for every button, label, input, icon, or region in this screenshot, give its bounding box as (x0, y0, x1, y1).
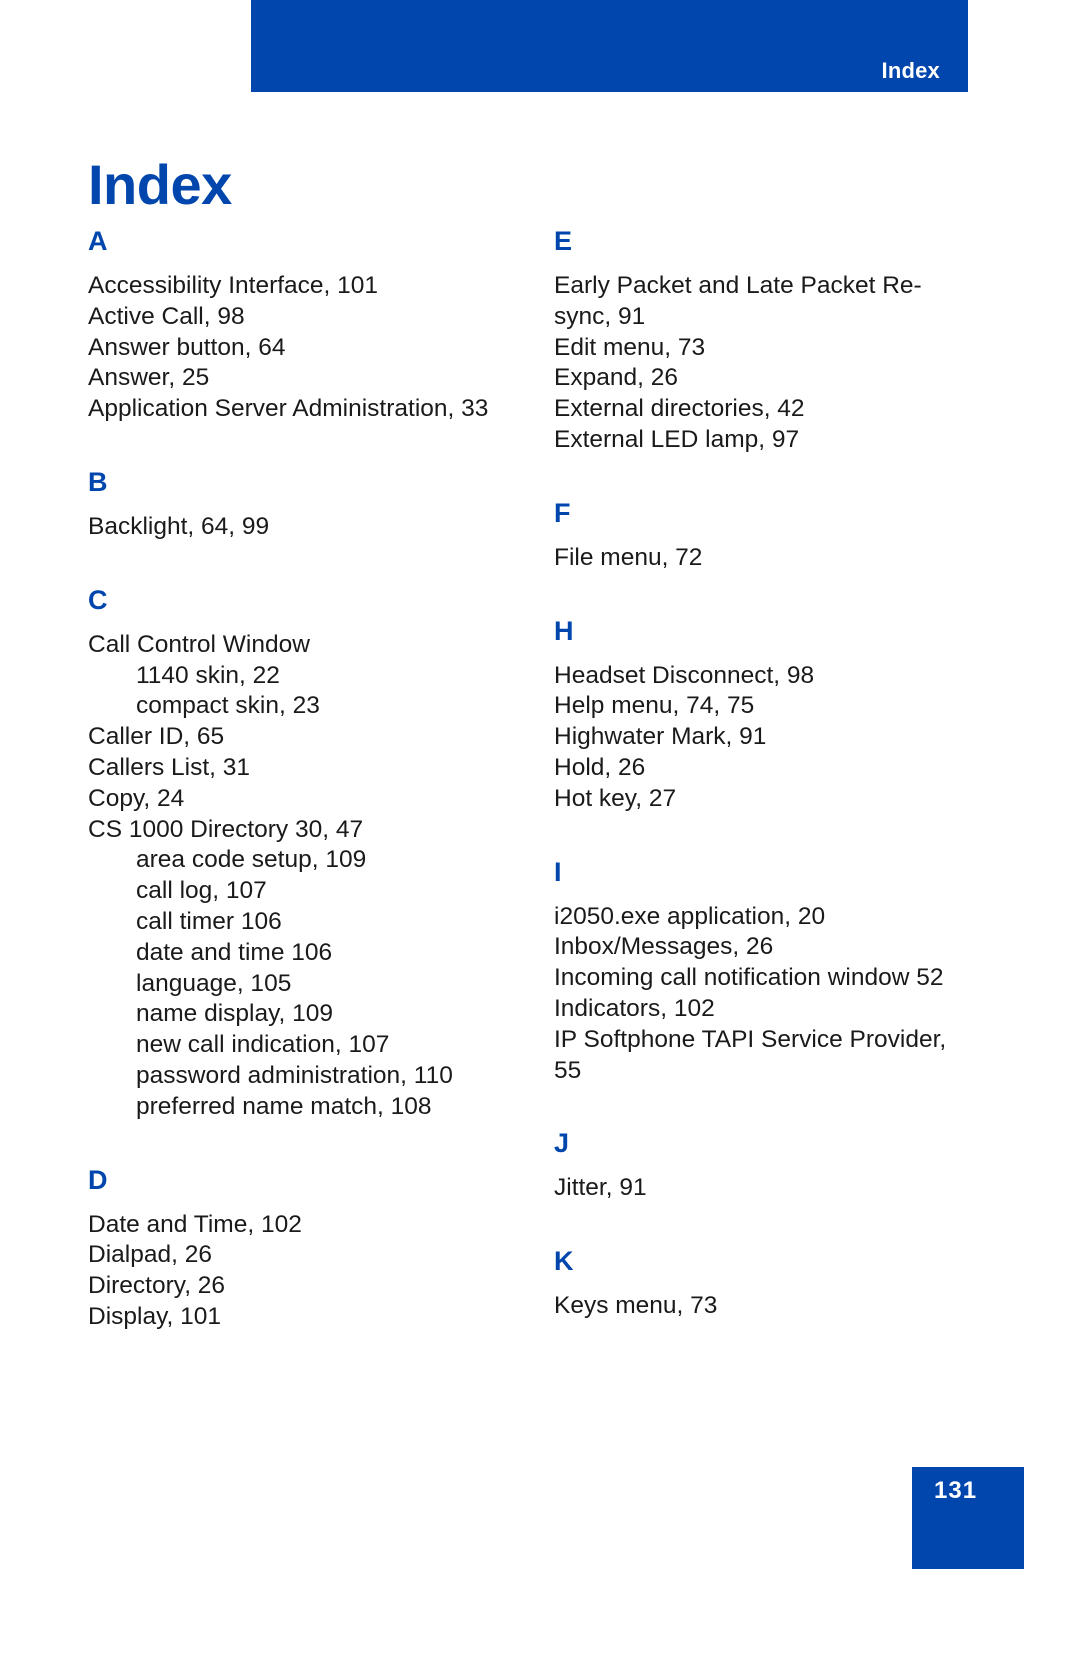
index-entry: Callers List, 31 (88, 753, 251, 781)
index-subentry: password administration, 110 (136, 1061, 453, 1089)
index-entry: External directories, 42 (554, 395, 805, 423)
index-entry: Hold, 26 (554, 753, 646, 781)
index-entry-list: Accessibility Interface, 101 Active Call,… (88, 271, 502, 425)
letter-heading-J: J (554, 1128, 570, 1159)
index-entry: File menu, 72 (554, 543, 703, 571)
index-subentry: name display, 109 (136, 1000, 334, 1028)
letter-group-C: C Call Control Window 1140 skin, 22 compact… (88, 584, 502, 1123)
index-entry: Active Call, 98 (88, 302, 245, 330)
letter-heading-H: H (554, 615, 574, 646)
index-entry-list: Keys menu, 73 (554, 1291, 968, 1322)
letter-group-H: H Headset Disconnect, 98 Help menu, 74, 75… (554, 615, 968, 815)
index-right-column: E Early Packet and Late Packet Re-sync, 9… (554, 228, 968, 1333)
index-entry: Headset Disconnect, 98 (554, 661, 815, 689)
letter-group-I: Ii2050.exe application, 20 Inbox/Messages… (554, 856, 968, 1087)
index-entry: Keys menu, 73 (554, 1292, 718, 1320)
index-entry: Expand, 26 (554, 364, 678, 392)
page-number: 131 (934, 1477, 978, 1504)
index-subentry: call timer 106 (136, 907, 282, 935)
letter-group-A: A Accessibility Interface, 101 Active Call… (88, 228, 502, 425)
letter-heading-C: C (88, 584, 108, 615)
letter-heading-E: E (554, 226, 573, 256)
index-entry: Answer, 25 (88, 364, 210, 392)
index-subentry: call log, 107 (136, 877, 267, 905)
running-head-label: Index (881, 58, 940, 83)
index-entry-list: Backlight, 64, 99 (88, 512, 502, 543)
page-header-bar: Index (251, 0, 968, 92)
index-entry: Backlight, 64, 99 (88, 512, 270, 540)
index-entry: External LED lamp, 97 (554, 425, 800, 453)
index-entry-list: Jitter, 91 (554, 1173, 968, 1204)
index-entry: Hot key, 27 (554, 784, 677, 812)
index-entry: IP Softphone TAPI Service Provider, 55 (554, 1025, 954, 1084)
index-subentry: preferred name match, 108 (136, 1092, 432, 1120)
index-entry-list: Date and Time, 102 Dialpad, 26 Directory, … (88, 1210, 502, 1333)
index-entry: Caller ID, 65 (88, 723, 225, 751)
letter-heading-A: A (88, 226, 108, 256)
index-entry: Date and Time, 102 (88, 1210, 302, 1238)
index-entry: Copy, 24 (88, 784, 185, 812)
index-subentry: 1140 skin, 22 (136, 661, 280, 689)
index-entry: Dialpad, 26 (88, 1241, 212, 1269)
index-entry: Call Control Window (88, 630, 310, 658)
index-entry: Indicators, 102 (554, 994, 715, 1022)
index-subentry: compact skin, 23 (136, 692, 320, 720)
index-entry: Inbox/Messages, 26 (554, 933, 774, 961)
letter-group-J: J Jitter, 91 (554, 1130, 968, 1204)
index-entry-list: Early Packet and Late Packet Re-sync, 91… (554, 271, 968, 456)
index-entry: i2050.exe application, 20 (554, 902, 826, 930)
letter-group-D: D Date and Time, 102 Dialpad, 26 Directory,… (88, 1164, 502, 1333)
index-entry: Accessibility Interface, 101 (88, 272, 379, 299)
footer-page-number-block: 131 (912, 1467, 1024, 1569)
index-entry-list: i2050.exe application, 20 Inbox/Messages,… (554, 902, 968, 1087)
letter-group-B: B Backlight, 64, 99 (88, 466, 502, 543)
index-entry-list: File menu, 72 (554, 543, 968, 574)
letter-heading-F: F (554, 497, 571, 528)
index-entry: Application Server Administration, 33 (88, 395, 489, 423)
letter-heading-D: D (88, 1164, 108, 1195)
index-entry: Answer button, 64 (88, 333, 286, 361)
index-body: A Accessibility Interface, 101 Active Call… (88, 228, 968, 1333)
index-entry: Incoming call notification window 52 (554, 964, 944, 992)
letter-group-K: K Keys menu, 73 (554, 1248, 968, 1322)
index-subentry: new call indication, 107 (136, 1031, 390, 1059)
index-entry-list: Headset Disconnect, 98 Help menu, 74, 75 H… (554, 661, 968, 815)
letter-group-E: E Early Packet and Late Packet Re-sync, 9… (554, 228, 968, 456)
index-entry-list: Call Control Window 1140 skin, 22 compact … (88, 630, 502, 1123)
index-subentry: date and time 106 (136, 938, 333, 966)
index-entry: Edit menu, 73 (554, 333, 706, 361)
letter-heading-I: I (554, 856, 562, 887)
index-entry: Early Packet and Late Packet Re-sync, 91 (554, 272, 922, 330)
letter-heading-B: B (88, 466, 108, 497)
page-title: Index (88, 152, 232, 216)
letter-group-F: F File menu, 72 (554, 497, 968, 574)
index-entry: Highwater Mark, 91 (554, 723, 767, 751)
index-subentry: language, 105 (136, 969, 292, 997)
index-subentry: area code setup, 109 (136, 846, 367, 874)
index-entry: Directory, 26 (88, 1272, 226, 1300)
index-left-column: A Accessibility Interface, 101 Active Call… (88, 228, 502, 1333)
index-entry: Help menu, 74, 75 (554, 692, 755, 720)
index-entry: Display, 101 (88, 1302, 222, 1330)
letter-heading-K: K (554, 1246, 574, 1277)
index-entry: CS 1000 Directory 30, 47 (88, 815, 364, 843)
index-entry: Jitter, 91 (554, 1174, 647, 1202)
